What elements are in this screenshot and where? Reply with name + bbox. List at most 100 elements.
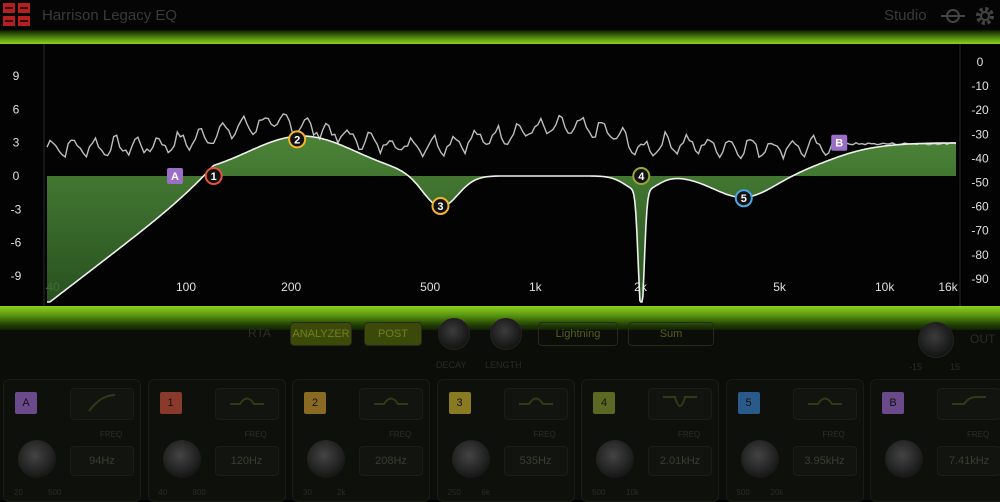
band-strip-5: 5 FREQ 3.95kHz 500 20k bbox=[725, 379, 864, 502]
rta-tick-label: 0 bbox=[977, 55, 984, 69]
freq-tick-label: 500 bbox=[420, 280, 440, 294]
band-freq-knob[interactable] bbox=[18, 440, 56, 478]
decay-label: DECAY bbox=[436, 360, 467, 370]
routing-icon[interactable] bbox=[941, 5, 965, 27]
lightning-button[interactable]: Lightning bbox=[538, 322, 618, 346]
eq-band-handle-label: 4 bbox=[638, 171, 645, 183]
output-label: OUT bbox=[970, 332, 996, 346]
analyzer-button[interactable]: ANALYZER bbox=[290, 322, 352, 346]
eq-band-handle-A[interactable]: A bbox=[167, 168, 183, 184]
length-label: LENGTH bbox=[485, 360, 522, 370]
band-strip-2: 2 FREQ 208Hz 30 2k bbox=[292, 379, 430, 502]
eq-band-handle-label: 1 bbox=[211, 171, 217, 183]
freq-tick-label: 100 bbox=[176, 280, 196, 294]
rta-tick-label: -40 bbox=[971, 151, 989, 165]
eq-band-handle-5[interactable]: 5 bbox=[734, 189, 753, 208]
band-freq-max: 800 bbox=[192, 488, 206, 497]
filter-shape-button[interactable] bbox=[503, 388, 568, 420]
eq-band-handle-2[interactable]: 2 bbox=[288, 130, 307, 149]
graph-top-glow bbox=[0, 30, 1000, 44]
gain-axis: 9 6 3 0 -3 -6 -9 bbox=[11, 69, 22, 283]
band-enable-button[interactable]: B bbox=[882, 392, 904, 414]
band-enable-button[interactable]: 4 bbox=[593, 392, 615, 414]
band-freq-value[interactable]: 94Hz bbox=[70, 446, 134, 476]
freq-tick-label: 1k bbox=[529, 280, 543, 294]
band-freq-knob[interactable] bbox=[885, 440, 923, 478]
band-freq-value[interactable]: 3.95kHz bbox=[792, 446, 857, 476]
band-enable-button[interactable]: 5 bbox=[737, 392, 760, 414]
gain-tick-label: 6 bbox=[13, 102, 20, 116]
band-freq-value[interactable]: 7.41kHz bbox=[937, 446, 1000, 476]
bell-shape-icon bbox=[518, 397, 553, 405]
eq-band-handle-1[interactable]: 1 bbox=[204, 167, 223, 185]
length-knob[interactable] bbox=[490, 318, 522, 350]
eq-band-handle-4[interactable]: 4 bbox=[632, 167, 651, 185]
output-max-label: 15 bbox=[950, 362, 961, 372]
band-freq-knob[interactable] bbox=[162, 440, 201, 478]
eq-band-handle-B[interactable]: B bbox=[831, 134, 848, 151]
frequency-axis: 401002005001k2k5k10k16k bbox=[46, 280, 958, 294]
freq-tick-label: 16k bbox=[938, 280, 958, 294]
band-freq-value[interactable]: 120Hz bbox=[214, 446, 279, 476]
gain-tick-label: -9 bbox=[11, 269, 22, 283]
sum-button[interactable]: Sum bbox=[628, 322, 714, 346]
band-freq-value[interactable]: 208Hz bbox=[359, 446, 423, 476]
band-enable-button[interactable]: A bbox=[15, 392, 37, 414]
band-strip-B: B FREQ 7.41kHz bbox=[870, 379, 1000, 502]
output-knob[interactable] bbox=[918, 322, 954, 358]
eq-band-handle-3[interactable]: 3 bbox=[431, 196, 450, 215]
rta-tick-label: -50 bbox=[971, 176, 989, 190]
band-freq-min: 250 bbox=[447, 488, 461, 497]
gear-icon[interactable] bbox=[974, 5, 996, 27]
freq-label: FREQ bbox=[822, 430, 845, 439]
filter-shape-button[interactable] bbox=[792, 388, 857, 420]
band-freq-knob[interactable] bbox=[596, 440, 634, 478]
gain-tick-label: -6 bbox=[11, 236, 22, 250]
filter-shape-button[interactable] bbox=[214, 388, 279, 420]
header-bar: Harrison Legacy EQ Studio bbox=[0, 0, 1000, 34]
band-strip-1: 1 FREQ 120Hz 40 800 bbox=[147, 379, 286, 502]
filter-shape-button[interactable] bbox=[648, 388, 712, 420]
filter-shape-button[interactable] bbox=[359, 388, 423, 420]
freq-label: FREQ bbox=[389, 430, 412, 439]
eq-response-fill bbox=[47, 136, 956, 302]
gain-tick-label: -3 bbox=[11, 202, 22, 216]
eq-graph[interactable]: 9 6 3 0 -3 -6 -9 0 -10 -20 -30 -40 -50 -60 -70 -80 -90 … bbox=[0, 44, 1000, 306]
app-title: Harrison Legacy EQ bbox=[42, 7, 178, 24]
decay-knob[interactable] bbox=[438, 318, 470, 350]
band-freq-knob[interactable] bbox=[740, 440, 779, 478]
freq-tick-label: 5k bbox=[773, 280, 787, 294]
band-strip-3: 3 FREQ 535Hz 250 6k bbox=[436, 379, 575, 502]
band-strip-4: 4 FREQ 2.01kHz 500 10k bbox=[581, 379, 719, 502]
freq-label: FREQ bbox=[967, 430, 990, 439]
rta-label: RTA bbox=[248, 326, 271, 340]
band-freq-knob[interactable] bbox=[307, 440, 345, 478]
bell-shape-icon bbox=[374, 397, 408, 405]
filter-shape-button[interactable] bbox=[70, 388, 134, 420]
rta-tick-label: -30 bbox=[971, 127, 989, 141]
band-freq-min: 40 bbox=[158, 488, 168, 497]
band-freq-value[interactable]: 2.01kHz bbox=[648, 446, 712, 476]
preset-name[interactable]: Studio bbox=[884, 7, 927, 24]
band-freq-min: 500 bbox=[592, 488, 606, 497]
filter-shape-button[interactable] bbox=[937, 388, 1000, 420]
rta-tick-label: -90 bbox=[971, 272, 989, 286]
bell-shape-icon bbox=[229, 397, 264, 405]
eq-band-handle-label: B bbox=[835, 138, 843, 150]
freq-label: FREQ bbox=[533, 430, 556, 439]
band-freq-max: 20k bbox=[770, 488, 784, 497]
band-freq-max: 500 bbox=[48, 488, 62, 497]
freq-label: FREQ bbox=[100, 430, 123, 439]
freq-label: FREQ bbox=[678, 430, 701, 439]
band-freq-value[interactable]: 535Hz bbox=[503, 446, 568, 476]
eq-curve-display[interactable]: 9630-3-6-9 0-10-20-30-40-50-60-70-80-90 … bbox=[0, 44, 1000, 306]
band-enable-button[interactable]: 2 bbox=[304, 392, 326, 414]
gain-tick-label: 9 bbox=[13, 69, 20, 83]
band-enable-button[interactable]: 3 bbox=[448, 392, 471, 414]
post-button[interactable]: POST bbox=[364, 322, 422, 346]
band-freq-knob[interactable] bbox=[451, 440, 490, 478]
freq-tick-label: 200 bbox=[281, 280, 301, 294]
highpass-shape-icon bbox=[88, 394, 116, 412]
band-enable-button[interactable]: 1 bbox=[159, 392, 182, 414]
notch-shape-icon bbox=[663, 396, 697, 407]
